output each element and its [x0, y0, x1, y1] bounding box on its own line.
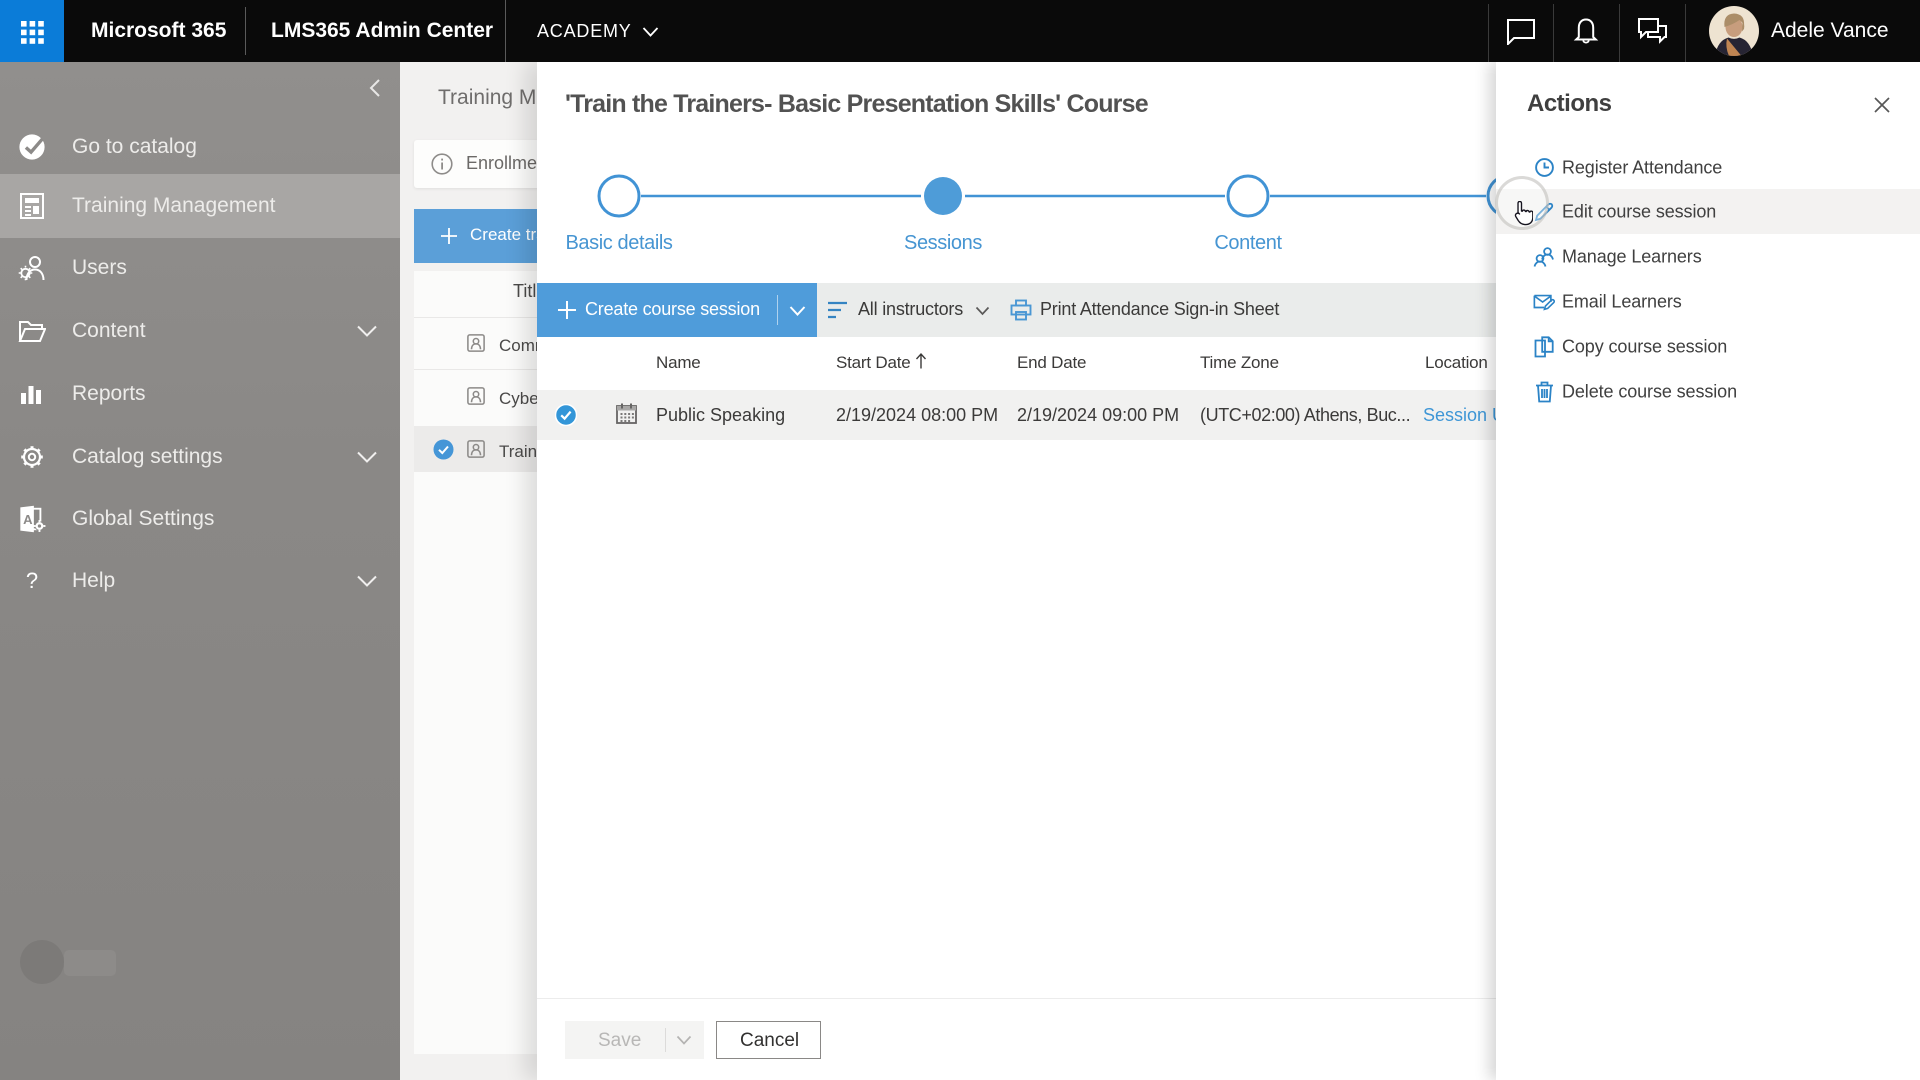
svg-text:A: A	[23, 512, 33, 527]
